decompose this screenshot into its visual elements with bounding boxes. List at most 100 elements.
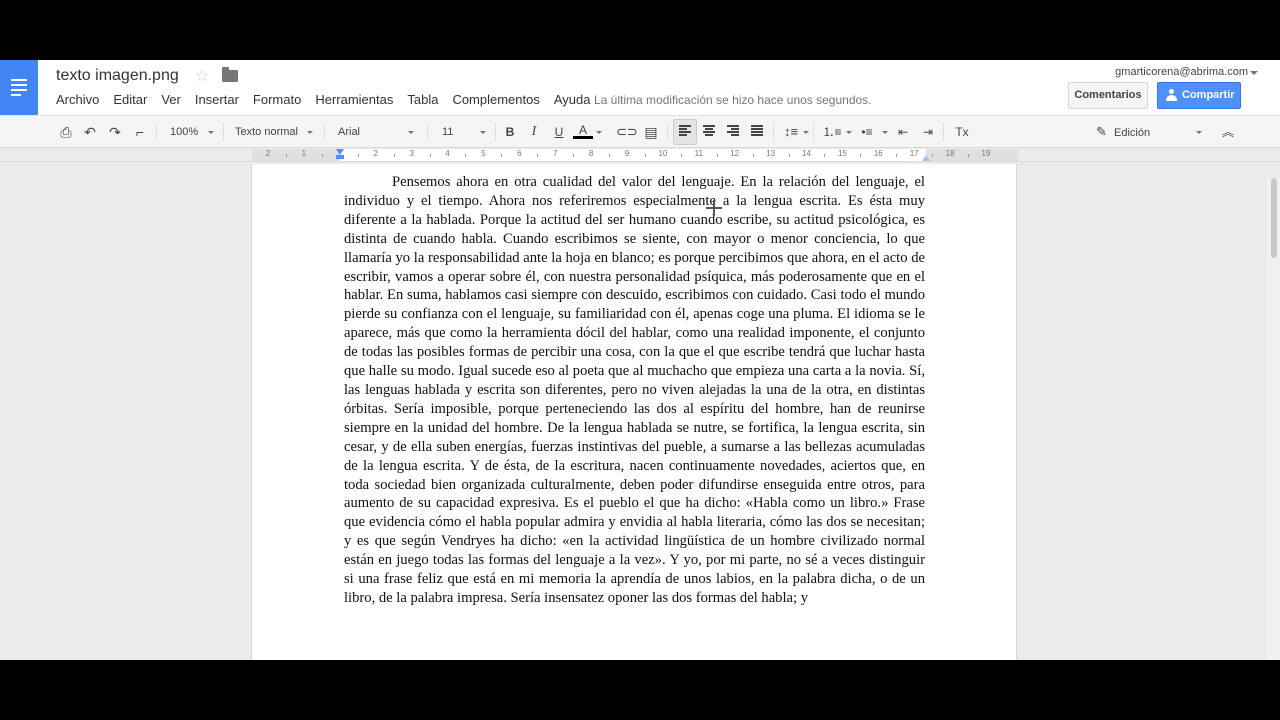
ruler-tick: [968, 154, 970, 157]
text-color-dropdown-icon[interactable]: [596, 131, 602, 134]
menu-complementos[interactable]: Complementos: [452, 92, 539, 107]
align-center-icon[interactable]: [703, 125, 715, 137]
account-email[interactable]: gmarticorena@abrima.com: [1115, 66, 1248, 78]
menu-insertar[interactable]: Insertar: [195, 92, 239, 107]
menu-editar[interactable]: Editar: [113, 92, 147, 107]
document-title[interactable]: texto imagen.png: [56, 67, 179, 85]
redo-icon[interactable]: ↷: [105, 122, 125, 142]
header: texto imagen.png ☆ Archivo Editar Ver In…: [0, 60, 1280, 115]
ruler-label: 1: [301, 149, 307, 158]
link-icon[interactable]: ⊂⊃: [616, 122, 638, 142]
ruler-label: 17: [909, 149, 919, 158]
font-size-select[interactable]: 11: [442, 122, 486, 142]
align-right-icon[interactable]: [727, 125, 739, 137]
text-color-button[interactable]: A: [573, 122, 593, 139]
ruler-tick: [609, 154, 611, 157]
document-body-text[interactable]: Pensemos ahora en otra cualidad del valo…: [344, 173, 925, 608]
italic-button[interactable]: I: [524, 122, 544, 142]
share-button[interactable]: Compartir: [1157, 82, 1241, 109]
ruler-tick: [716, 154, 718, 157]
ruler-tick: [537, 154, 539, 157]
menu-formato[interactable]: Formato: [253, 92, 301, 107]
ruler-label: 12: [730, 149, 740, 158]
comments-button[interactable]: Comentarios: [1068, 82, 1148, 109]
ruler-label: 5: [481, 149, 486, 158]
line-spacing-dropdown-icon[interactable]: [803, 131, 809, 134]
ruler-label: 11: [694, 149, 703, 158]
ruler-label: 8: [588, 149, 594, 158]
ruler-label: 13: [766, 149, 776, 158]
decrease-indent-icon[interactable]: ⇤: [893, 122, 913, 142]
docs-app: texto imagen.png ☆ Archivo Editar Ver In…: [0, 60, 1280, 660]
bulleted-list-dropdown-icon[interactable]: [882, 131, 888, 134]
menu-herramientas[interactable]: Herramientas: [315, 92, 393, 107]
ruler-tick: [285, 154, 287, 157]
menu-ver[interactable]: Ver: [161, 92, 181, 107]
ruler-tick: [321, 154, 323, 157]
ruler-label: 9: [624, 149, 630, 158]
folder-icon[interactable]: [222, 67, 238, 82]
ruler-tick: [357, 154, 359, 157]
ruler-tick: [393, 154, 395, 157]
ruler-tick: [788, 154, 790, 157]
undo-icon[interactable]: ↶: [80, 122, 100, 142]
align-left-icon: [679, 125, 691, 137]
last-edit-status[interactable]: La última modificación se hizo hace unos…: [594, 93, 872, 107]
ruler-tick: [752, 154, 754, 157]
ruler-tick: [860, 154, 862, 157]
ruler-label: 7: [552, 149, 558, 158]
ruler-label: 4: [445, 149, 450, 158]
numbered-list-dropdown-icon[interactable]: [846, 131, 852, 134]
vertical-scrollbar[interactable]: [1267, 178, 1280, 660]
menu-archivo[interactable]: Archivo: [56, 92, 99, 107]
pencil-icon: ✎: [1096, 124, 1107, 139]
clear-formatting-button[interactable]: Tx: [952, 122, 972, 142]
ruler-tick: [573, 154, 575, 157]
document-page[interactable]: Pensemos ahora en otra cualidad del valo…: [251, 164, 1017, 660]
toolbar: ⎙ ↶ ↷ ⌐ 100% Texto normal Arial 11 B I U…: [0, 115, 1280, 148]
style-select[interactable]: Texto normal: [235, 122, 313, 142]
print-icon[interactable]: ⎙: [56, 122, 76, 142]
menu-tabla[interactable]: Tabla: [407, 92, 438, 107]
scrollbar-thumb[interactable]: [1271, 178, 1277, 258]
ruler-tick: [501, 154, 503, 157]
ruler-label: 19: [981, 149, 991, 158]
ruler: 2112345678910111213141516171819: [0, 148, 1280, 162]
editing-mode-select[interactable]: ✎ Edición: [1096, 122, 1204, 142]
bold-button[interactable]: B: [500, 122, 520, 142]
increase-indent-icon[interactable]: ⇥: [918, 122, 938, 142]
move-cursor-icon: [706, 200, 722, 216]
person-icon: [1166, 89, 1177, 101]
menu-ayuda[interactable]: Ayuda: [554, 92, 591, 107]
ruler-label: 6: [517, 149, 522, 158]
ruler-tick: [932, 154, 934, 157]
paint-format-icon[interactable]: ⌐: [130, 122, 150, 142]
menubar: Archivo Editar Ver Insertar Formato Herr…: [56, 92, 605, 107]
ruler-tick: [824, 154, 826, 157]
comment-icon[interactable]: ▤: [641, 122, 661, 142]
ruler-tick: [896, 154, 898, 157]
ruler-label: 14: [802, 149, 811, 158]
ruler-label: 3: [409, 149, 414, 158]
ruler-label: 18: [945, 149, 955, 158]
account-dropdown-icon[interactable]: [1250, 71, 1258, 75]
ruler-tick: [680, 154, 682, 157]
ruler-tick: [465, 154, 467, 157]
ruler-label: 15: [837, 149, 847, 158]
collapse-menu-icon[interactable]: ︽: [1218, 122, 1238, 142]
ruler-label: 2: [265, 149, 271, 158]
share-label: Compartir: [1182, 89, 1235, 101]
ruler-label: 10: [658, 149, 668, 158]
ruler-label: 16: [873, 149, 883, 158]
bulleted-list-icon[interactable]: •≡: [857, 122, 877, 142]
ruler-tick: [644, 154, 646, 157]
underline-button[interactable]: U: [549, 122, 569, 142]
star-icon[interactable]: ☆: [195, 66, 209, 86]
justify-icon[interactable]: [751, 125, 763, 137]
line-spacing-icon[interactable]: ↕≡: [781, 122, 801, 142]
left-indent-marker[interactable]: [336, 155, 344, 159]
zoom-select[interactable]: 100%: [170, 122, 214, 142]
docs-logo-icon[interactable]: [0, 60, 38, 115]
numbered-list-icon[interactable]: ⒈≡: [822, 122, 842, 142]
font-select[interactable]: Arial: [338, 122, 414, 142]
